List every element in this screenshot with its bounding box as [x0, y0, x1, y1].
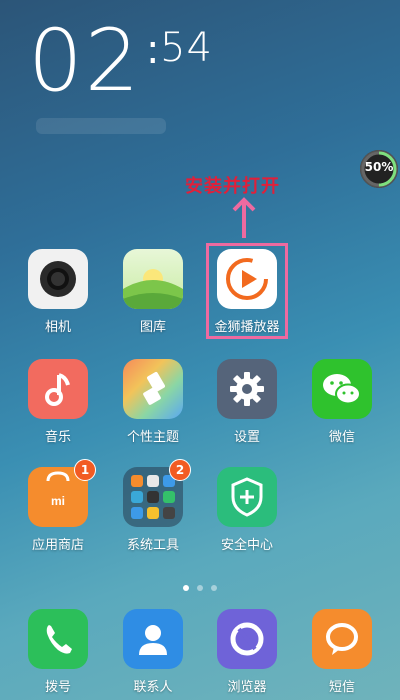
svg-text:mi: mi	[51, 494, 65, 508]
app-label: 浏览器	[227, 680, 267, 695]
clock-colon: :	[146, 27, 160, 73]
clock-date-placeholder	[36, 118, 166, 134]
app-gallery[interactable]: 图库	[108, 249, 198, 335]
app-label: 系统工具	[126, 538, 179, 553]
notification-badge: 1	[74, 459, 96, 481]
app-folder-system-tools[interactable]: 2 系统工具	[108, 459, 198, 553]
app-label: 金狮播放器	[214, 320, 280, 335]
app-label: 联系人	[133, 680, 173, 695]
up-arrow-icon	[232, 197, 256, 238]
shield-icon	[217, 467, 277, 527]
app-security-center[interactable]: 安全中心	[202, 467, 292, 553]
app-settings[interactable]: 设置	[202, 359, 292, 445]
app-label: 个性主题	[126, 430, 179, 445]
app-phone[interactable]: 拨号	[13, 609, 103, 695]
music-note-icon	[28, 359, 88, 419]
app-jinshi-player[interactable]: 金狮播放器	[202, 249, 292, 335]
wechat-icon	[312, 359, 372, 419]
app-label: 微信	[328, 430, 355, 445]
app-music[interactable]: 音乐	[13, 359, 103, 445]
person-icon	[123, 609, 183, 669]
app-store[interactable]: mi 1 应用商店	[13, 459, 103, 553]
app-contacts[interactable]: 联系人	[108, 609, 198, 695]
app-messages[interactable]: 短信	[297, 609, 387, 695]
paintbrush-icon	[123, 359, 183, 419]
app-wechat[interactable]: 微信	[297, 359, 387, 445]
app-label: 音乐	[44, 430, 71, 445]
page-dot	[197, 585, 203, 591]
page-dot	[211, 585, 217, 591]
page-dot-active	[183, 585, 189, 591]
page-indicator[interactable]	[0, 576, 400, 595]
phone-icon	[28, 609, 88, 669]
chat-bubble-icon	[312, 609, 372, 669]
gallery-icon	[123, 249, 183, 309]
app-label: 安全中心	[220, 538, 273, 553]
clock-minutes: 54	[160, 25, 213, 71]
app-label: 短信	[328, 680, 355, 695]
browser-icon	[217, 609, 277, 669]
play-icon	[217, 249, 277, 309]
app-themes[interactable]: 个性主题	[108, 359, 198, 445]
instruction-text: 安装并打开	[185, 176, 280, 197]
app-label: 拨号	[44, 680, 71, 695]
app-label: 应用商店	[31, 538, 84, 553]
clock-hours: 02	[28, 11, 142, 111]
battery-widget[interactable]: 50%	[360, 150, 398, 188]
notification-badge: 2	[169, 459, 191, 481]
camera-icon	[28, 249, 88, 309]
app-label: 相机	[44, 320, 71, 335]
gear-icon	[217, 359, 277, 419]
app-browser[interactable]: 浏览器	[202, 609, 292, 695]
shopping-bag-icon: mi 1	[28, 459, 96, 527]
app-label: 图库	[139, 320, 166, 335]
app-camera[interactable]: 相机	[13, 249, 103, 335]
battery-percent: 50%	[364, 160, 394, 174]
app-label: 设置	[233, 430, 260, 445]
folder-icon: 2	[123, 459, 191, 527]
